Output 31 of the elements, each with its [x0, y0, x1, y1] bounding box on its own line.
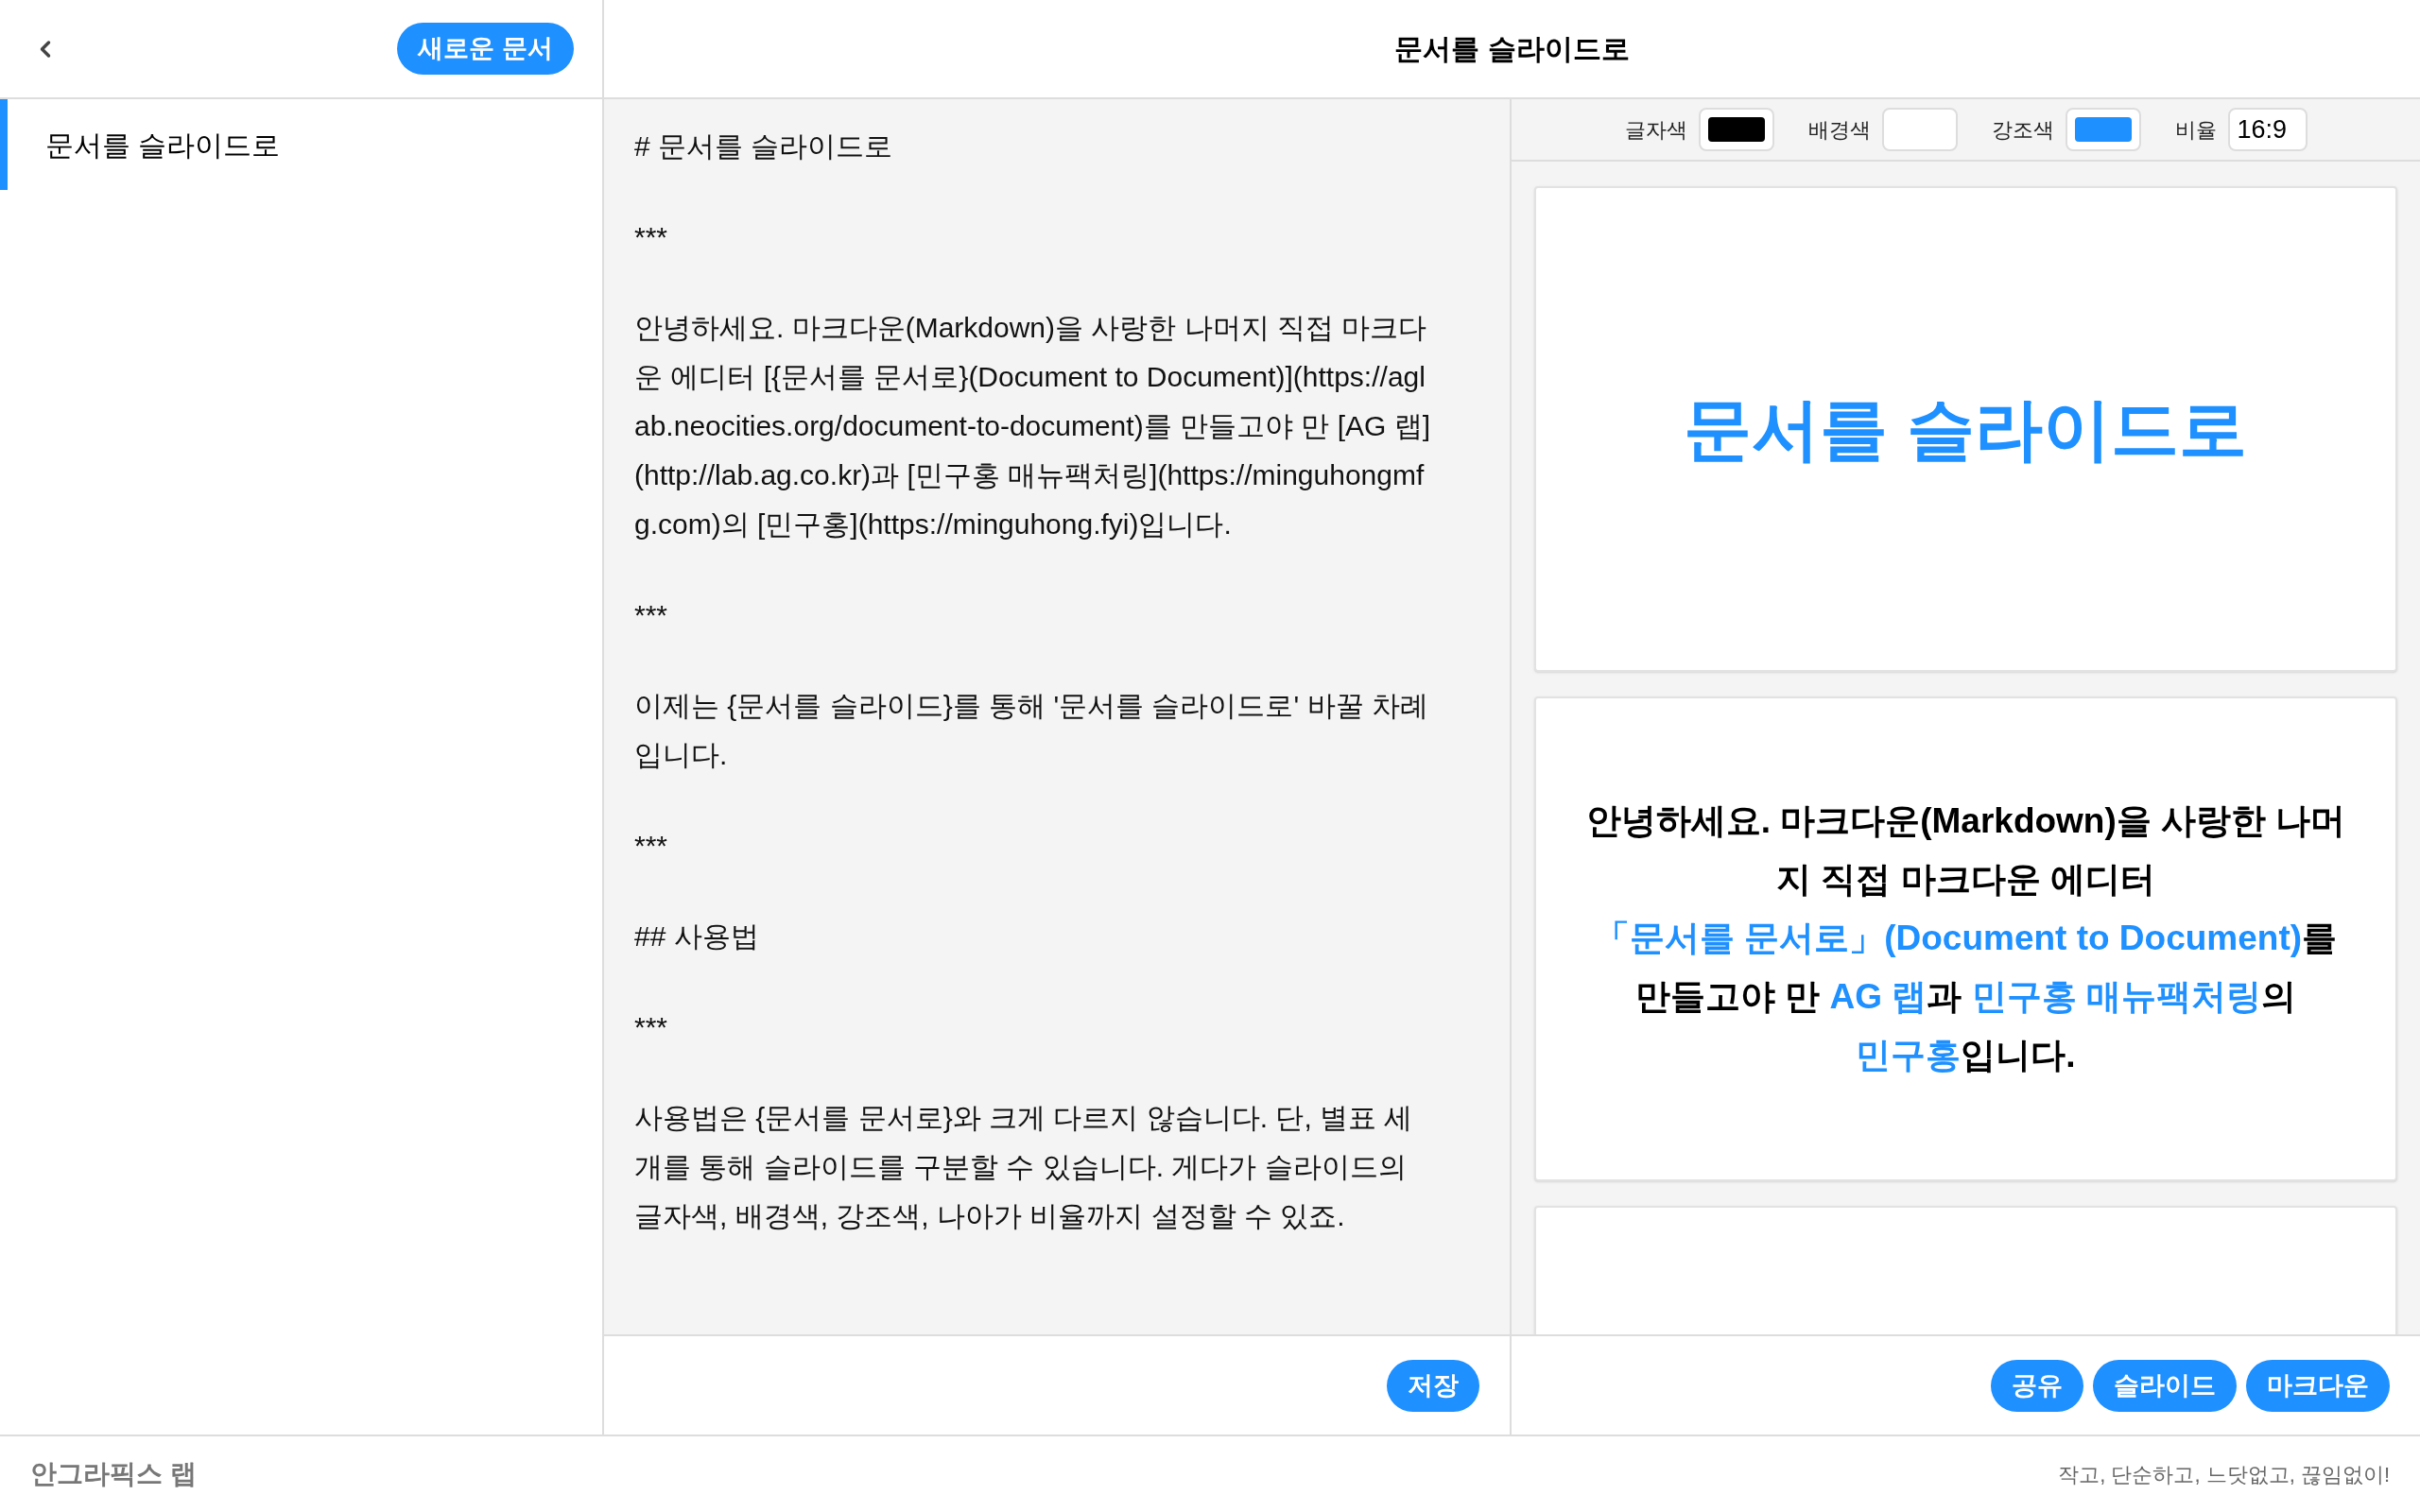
color-label: 강조색	[1991, 116, 2054, 144]
editor-text: # 문서를 슬라이드로	[634, 129, 894, 163]
preview-button[interactable]: 공유	[1991, 1359, 2083, 1412]
color-label: 배경색	[1807, 116, 1871, 144]
new-document-button[interactable]: 새로운 문서	[397, 23, 574, 75]
slide-paragraph: 안녕하세요. 마크다운(Markdown)을 사랑한 나머지 직접 마크다운 에디터 「문서를 문서로」(Document to Document)를 만들고야 만 AG 랩과 민구홍 매뉴팩처링의 민구홍입니다.	[1584, 800, 2347, 1077]
slide-link[interactable]: 민구홍 매뉴팩처링	[1971, 977, 2261, 1017]
color-picker[interactable]	[1698, 108, 1774, 151]
editor-text: 이제는 {문서를 슬라이드}를 통해 '문서를 슬라이드로' 바꿀 차례입니다.	[634, 689, 1429, 772]
color-label: 글자색	[1624, 116, 1687, 144]
editor-text: ## 사용법	[634, 919, 760, 954]
editor-text: 안녕하세요. 마크다운(Markdown)을 사랑한 나머지 직접 마크다운 에디터 [{문서를 문서로}(Document to Document)](https://aglab.neocities.org/document-to-document)를 만들고야 만 [AG 랩](http://lab.ag.co.kr)과 [민구홍 매뉴팩처링](https://minguhongmfg.com)의 [민구홍](https://minguhong.fyi)입니다.	[634, 311, 1431, 541]
color-picker[interactable]	[1881, 108, 1958, 151]
editor-text: 사용법은 {문서를 문서로}와 크게 다르지 않습니다. 단, 별표 세 개를 통해 슬라이드를 구분할 수 있습니다. 게다가 슬라이드의 글자색, 배경색, 강조색, 나아가 비율까지 설정할 수 있죠.	[634, 1101, 1414, 1233]
ratio-label: 비율	[2174, 116, 2217, 144]
logo: 안그라픽스 랩	[30, 1458, 197, 1490]
editor-text: ***	[634, 598, 669, 632]
tagline: 작고, 단순하고, 느닷없고, 끊임없이!	[2058, 1461, 2390, 1488]
slide-link[interactable]: AG 랩	[1829, 977, 1927, 1017]
ratio-field[interactable]: 16:9	[2227, 108, 2308, 151]
preview-button[interactable]: 슬라이드	[2093, 1359, 2237, 1412]
color-picker[interactable]	[2065, 108, 2141, 151]
editor-text: ***	[634, 220, 669, 254]
editor-text: ***	[634, 829, 669, 863]
save-button[interactable]: 저장	[1387, 1359, 1479, 1412]
document-title: 문서를 슬라이드로	[1394, 32, 1630, 66]
preview-button[interactable]: 마크다운	[2246, 1359, 2390, 1412]
editor-text: ***	[634, 1010, 669, 1044]
slide-title: 문서를 슬라이드로	[1684, 389, 2248, 469]
slide-link[interactable]: 「문서를 문서로」(Document to Document)	[1594, 919, 2303, 958]
slide-link[interactable]: 민구홍	[1856, 1036, 1962, 1075]
